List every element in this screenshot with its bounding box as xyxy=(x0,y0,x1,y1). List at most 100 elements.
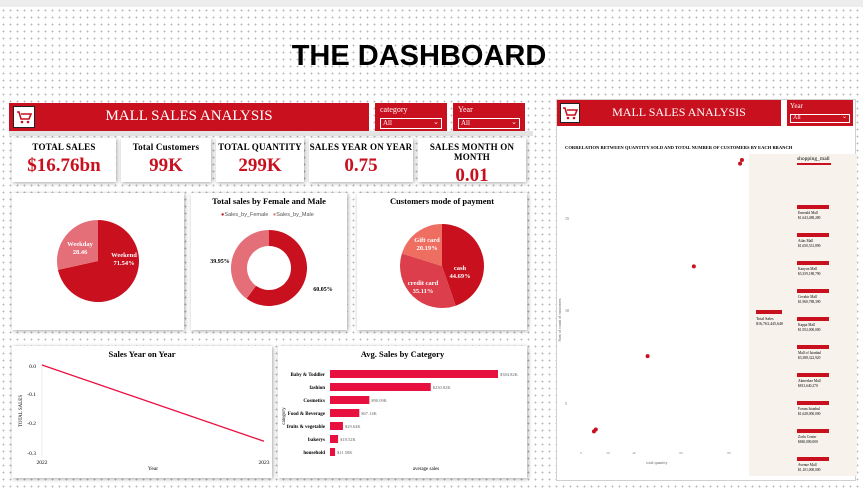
bar xyxy=(330,422,343,430)
slice-label-gift-card: Gift card xyxy=(414,237,440,244)
mall-value: $3,359,188,790 xyxy=(798,271,821,276)
year-filter[interactable]: Year All ⌄ xyxy=(453,103,525,131)
right-year-dropdown[interactable]: All ⌄ xyxy=(790,114,850,123)
x-tick: 60 xyxy=(679,451,683,455)
mall-value: $1,101,000,000 xyxy=(798,467,821,472)
weekend-weekday-chart: Weekend 71.54% Weekday 28.46 xyxy=(12,193,184,330)
page-title: THE DASHBOARD xyxy=(291,40,547,72)
mall-name: Mall of Istanbul xyxy=(798,351,822,355)
mall-bar xyxy=(797,317,829,321)
mall-name: Emerald Mall xyxy=(798,211,818,215)
mall-value: $3,388,322,920 xyxy=(798,355,821,360)
mall-value: $813,640,270 xyxy=(798,383,818,388)
bar-value-label: $230.82K xyxy=(433,385,452,390)
kpi-card-sales-mom: SALES MONTH ON MONTH 0.01 xyxy=(418,138,526,186)
donut-gender-svg: 60.05% 39.95% xyxy=(210,230,333,306)
bar-value-label: $11.58K xyxy=(337,450,353,455)
category-dropdown[interactable]: All ⌄ xyxy=(380,118,442,129)
header-title: MALL SALES ANALYSIS xyxy=(105,108,273,124)
kpi-value: 0.75 xyxy=(344,155,378,176)
total-sales-bar xyxy=(756,310,782,314)
mall-value: $1,952,000,000 xyxy=(798,327,821,332)
bar xyxy=(330,435,339,443)
mall-value: $1,650,331,890 xyxy=(798,243,821,248)
mall-label: Forum Istanbul $1,628,000,000 xyxy=(798,407,820,416)
legend-underline xyxy=(797,163,831,165)
category-label: Baby & Toddler xyxy=(291,373,326,378)
bar-value-label: $90.09K xyxy=(371,398,387,403)
mall-bar xyxy=(797,429,829,433)
x-axis-label: total quantity xyxy=(646,460,667,465)
right-year-filter[interactable]: Year All ⌄ xyxy=(787,100,853,126)
mall-label: Kanyon Mall $3,359,188,790 xyxy=(798,267,820,276)
pie-weekend-svg: Weekend 71.54% Weekday 28.46 xyxy=(57,220,140,302)
bar xyxy=(330,370,498,378)
bar-value-label: $384.82K xyxy=(500,372,519,377)
mall-bar xyxy=(797,401,829,405)
category-label: Food & Beverage xyxy=(288,412,326,417)
kpi-label: Total Customers xyxy=(132,142,200,152)
x-axis-label: average sales xyxy=(413,467,440,472)
mall-label: Avenue Mall $1,101,000,000 xyxy=(798,463,820,472)
scatter-point xyxy=(738,161,743,166)
branch-analysis-panel: MALL SALES ANALYSIS Year All ⌄ CORRELATIO… xyxy=(556,99,857,481)
mall-name: Akmerkez Mall xyxy=(798,379,821,383)
category-label: household xyxy=(303,451,325,456)
kpi-value: 99K xyxy=(149,155,183,176)
x-tick: 0 xyxy=(580,451,582,455)
kpi-label: TOTAL QUANTITY xyxy=(218,142,302,152)
mall-label: Kappa Mall $1,952,000,000 xyxy=(798,323,820,332)
category-label: fashion xyxy=(309,386,325,391)
y-tick: 15 xyxy=(565,216,569,221)
category-label: Cosmetics xyxy=(303,399,325,404)
category-label: bakerys xyxy=(308,438,325,443)
kpi-label: SALES YEAR ON YEAR xyxy=(309,142,413,152)
y-tick: -0.2 xyxy=(27,421,36,427)
kpi-label: SALES MONTH ON MONTH xyxy=(429,142,515,162)
payment-mode-chart: Customers mode of payment cash 44.69% cr… xyxy=(357,193,527,330)
avg-sales-by-category-chart: Avg. Sales by Category category average … xyxy=(278,346,527,478)
mall-value: $1,960,788,390 xyxy=(798,299,821,304)
kpi-value: 0.01 xyxy=(455,165,489,186)
pie-payment-svg: cash 44.69% credit card 35.11% Gift card… xyxy=(400,224,484,308)
y-axis-label: TOTAL SALES xyxy=(19,395,24,427)
scatter-point xyxy=(739,158,744,162)
category-filter[interactable]: category All ⌄ xyxy=(375,103,447,131)
slice-value-weekend: 71.54% xyxy=(113,260,134,267)
bar xyxy=(330,396,370,404)
mall-label: Cevahir Mall $1,960,788,390 xyxy=(798,295,820,304)
slice-value-male: 39.95% xyxy=(210,259,230,265)
slice-value-female: 60.05% xyxy=(313,287,333,293)
bar-value-label: $29.64K xyxy=(345,424,361,429)
mall-bar xyxy=(797,205,829,209)
mall-name: Forum Istanbul xyxy=(798,407,821,411)
slice-value-weekday: 28.46 xyxy=(73,249,88,256)
line-chart-svg: 0.0 -0.1 -0.2 -0.3 TOTAL SALES 2022 2023… xyxy=(19,364,270,472)
y-axis-label: category xyxy=(282,407,287,425)
chevron-down-icon: ⌄ xyxy=(841,114,847,120)
mall-label: Zorlu Center $840,000,000 xyxy=(798,435,818,444)
total-sales-callout: Total Sales $16,763,445,640 xyxy=(756,316,783,326)
dashboard-header: MALL SALES ANALYSIS xyxy=(9,103,369,131)
mall-bar xyxy=(797,373,829,377)
mall-value: $840,000,000 xyxy=(798,439,818,444)
scatter-point xyxy=(593,427,598,432)
y-axis-label: Sum of count of customers xyxy=(557,298,562,342)
category-dropdown-value: All xyxy=(383,119,392,127)
slice-value-gift-card: 20.19% xyxy=(416,245,437,252)
chart-title: CORRELATION BETWEEN QUANTITY SOLD AND TO… xyxy=(565,145,793,150)
slice-value-cash: 44.69% xyxy=(449,273,470,280)
year-dropdown[interactable]: All ⌄ xyxy=(458,118,520,129)
scatter-point xyxy=(645,354,650,359)
top-strip xyxy=(0,0,863,7)
y-tick: 10 xyxy=(565,308,569,313)
category-filter-label: category xyxy=(380,105,408,114)
mall-bar xyxy=(797,289,829,293)
category-label: fruits & vegetable xyxy=(287,425,326,430)
y-tick: 0.0 xyxy=(29,364,36,370)
panel-strip xyxy=(9,131,533,136)
shopping-cart-icon xyxy=(560,103,580,123)
x-tick: 2022 xyxy=(37,460,48,466)
kpi-value: 299K xyxy=(238,155,282,176)
slice-label-weekday: Weekday xyxy=(67,241,93,248)
